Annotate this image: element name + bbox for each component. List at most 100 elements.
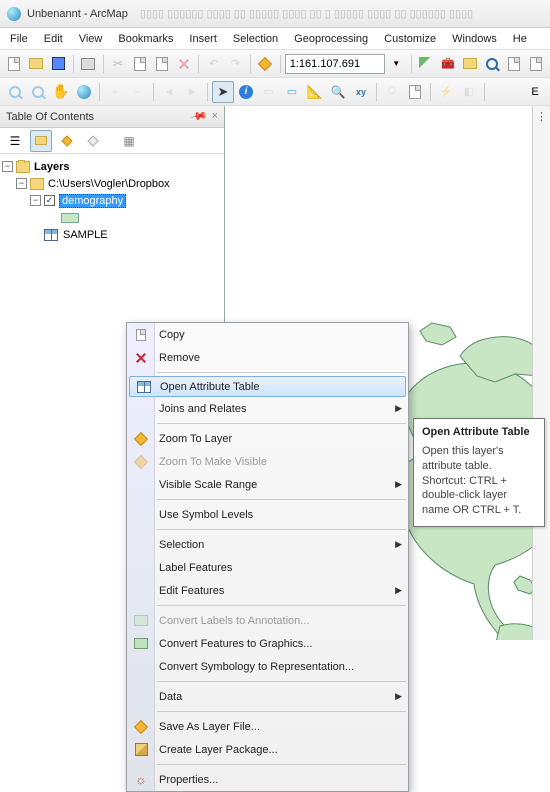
- select-elements-button[interactable]: ➤: [212, 81, 234, 103]
- ctx-create-layer-package[interactable]: Create Layer Package...: [127, 738, 408, 761]
- side-tab-column[interactable]: ⋮: [532, 106, 550, 640]
- catalog-button[interactable]: [459, 53, 480, 75]
- layer-checkbox[interactable]: ✓: [44, 195, 55, 206]
- tree-path[interactable]: − C:\Users\Vogler\Dropbox: [2, 175, 222, 192]
- ctx-copy[interactable]: Copy: [127, 323, 408, 346]
- hyperlink-button[interactable]: ⚡: [435, 81, 457, 103]
- tree-demography[interactable]: − ✓ demography: [2, 192, 222, 209]
- menu-view[interactable]: View: [71, 30, 111, 48]
- redo-button[interactable]: ↷: [225, 53, 246, 75]
- print-button[interactable]: [78, 53, 99, 75]
- menu-insert[interactable]: Insert: [181, 30, 225, 48]
- convert-labels-icon: [132, 612, 150, 630]
- toc-list-by-selection[interactable]: [82, 130, 104, 152]
- ctx-save-as-layer-file[interactable]: Save As Layer File...: [127, 715, 408, 738]
- copy-icon: [132, 326, 150, 344]
- zoom-in-button[interactable]: [4, 81, 26, 103]
- titlebar-faded: ▯▯▯▯ ▯▯▯▯▯▯ ▯▯▯▯ ▯▯ ▯▯▯▯▯ ▯▯▯▯ ▯▯ ▯ ▯▯▯▯…: [140, 7, 473, 20]
- ctx-data[interactable]: Data ▶: [127, 685, 408, 708]
- ctx-open-attribute-table[interactable]: Open Attribute Table: [129, 376, 406, 397]
- layer-demography-label: demography: [59, 194, 126, 208]
- toc-list-by-visibility[interactable]: [56, 130, 78, 152]
- tooltip-body: Open this layer's attribute table. Short…: [422, 444, 536, 518]
- goto-xy-button[interactable]: xy: [350, 81, 372, 103]
- add-data-button[interactable]: [255, 53, 276, 75]
- folder-icon: [30, 178, 44, 190]
- full-extent-button[interactable]: [73, 81, 95, 103]
- app-icon: [6, 6, 22, 22]
- copy-button[interactable]: [129, 53, 150, 75]
- convert-features-icon: [132, 635, 150, 653]
- collapse-icon[interactable]: −: [2, 161, 13, 172]
- menu-file[interactable]: File: [2, 30, 36, 48]
- model-button[interactable]: [525, 53, 546, 75]
- menu-customize[interactable]: Customize: [376, 30, 444, 48]
- ctx-convert-features[interactable]: Convert Features to Graphics...: [127, 632, 408, 655]
- table-icon: [135, 378, 153, 396]
- zoom-visible-icon: [132, 453, 150, 471]
- select-feat-button[interactable]: ▭: [258, 81, 280, 103]
- html-popup-button[interactable]: ◧: [458, 81, 480, 103]
- scale-dropdown[interactable]: ▼: [386, 53, 407, 75]
- tooltip-title: Open Attribute Table: [422, 425, 536, 440]
- ctx-selection[interactable]: Selection ▶: [127, 533, 408, 556]
- toc-title: Table Of Contents: [6, 111, 94, 123]
- zoom-out-button[interactable]: [27, 81, 49, 103]
- toolbox-button[interactable]: 🧰: [438, 53, 459, 75]
- fwd-extent[interactable]: ►: [181, 81, 203, 103]
- open-button[interactable]: [26, 53, 47, 75]
- clear-sel-button[interactable]: ▭: [281, 81, 303, 103]
- fixed-zoom-in[interactable]: +: [104, 81, 126, 103]
- menu-windows[interactable]: Windows: [444, 30, 505, 48]
- toc-options[interactable]: ▦: [118, 130, 140, 152]
- paste-button[interactable]: [151, 53, 172, 75]
- find-button[interactable]: 🔍: [327, 81, 349, 103]
- ctx-joins-relates[interactable]: Joins and Relates ▶: [127, 397, 408, 420]
- menubar: File Edit View Bookmarks Insert Selectio…: [0, 28, 550, 50]
- tree-sample[interactable]: SAMPLE: [2, 226, 222, 243]
- new-doc-button[interactable]: [4, 53, 25, 75]
- collapse-icon[interactable]: −: [30, 195, 41, 206]
- close-icon[interactable]: ×: [212, 110, 218, 123]
- cut-button[interactable]: ✂: [108, 53, 129, 75]
- fixed-zoom-out[interactable]: −: [127, 81, 149, 103]
- time-slider-button[interactable]: ⏱: [381, 81, 403, 103]
- delete-button[interactable]: [173, 53, 194, 75]
- create-viewer-button[interactable]: [404, 81, 426, 103]
- menu-selection[interactable]: Selection: [225, 30, 286, 48]
- side-tab[interactable]: E: [524, 81, 546, 103]
- ctx-use-symbol-levels[interactable]: Use Symbol Levels: [127, 503, 408, 526]
- remove-icon: [132, 349, 150, 367]
- menu-geoprocessing[interactable]: Geoprocessing: [286, 30, 376, 48]
- ctx-edit-features[interactable]: Edit Features ▶: [127, 579, 408, 602]
- tree-layers[interactable]: − Layers: [2, 158, 222, 175]
- menu-edit[interactable]: Edit: [36, 30, 71, 48]
- identify-button[interactable]: i: [235, 81, 257, 103]
- ctx-remove[interactable]: Remove: [127, 346, 408, 369]
- editor-toolbar-button[interactable]: [416, 53, 437, 75]
- measure-button[interactable]: 📐: [304, 81, 326, 103]
- toc-list-by-drawing[interactable]: ☰: [4, 130, 26, 152]
- chevron-right-icon: ▶: [395, 479, 402, 490]
- pan-button[interactable]: ✋: [50, 81, 72, 103]
- pin-icon[interactable]: 📌: [189, 107, 208, 126]
- toc-list-by-source[interactable]: [30, 130, 52, 152]
- scale-input[interactable]: [285, 54, 385, 74]
- ctx-convert-symbology[interactable]: Convert Symbology to Representation...: [127, 655, 408, 678]
- ctx-zoom-to-layer[interactable]: Zoom To Layer: [127, 427, 408, 450]
- collapse-icon[interactable]: −: [16, 178, 27, 189]
- chevron-right-icon: ▶: [395, 539, 402, 550]
- undo-button[interactable]: ↶: [203, 53, 224, 75]
- tree-symbol[interactable]: [2, 209, 222, 226]
- menu-bookmarks[interactable]: Bookmarks: [110, 30, 181, 48]
- ctx-label-features[interactable]: Label Features: [127, 556, 408, 579]
- tooltip: Open Attribute Table Open this layer's a…: [413, 418, 545, 527]
- python-button[interactable]: [503, 53, 524, 75]
- save-button[interactable]: [48, 53, 69, 75]
- save-layer-icon: [132, 718, 150, 736]
- ctx-properties[interactable]: ☼ Properties...: [127, 768, 408, 791]
- ctx-visible-scale-range[interactable]: Visible Scale Range ▶: [127, 473, 408, 496]
- back-extent[interactable]: ◄: [158, 81, 180, 103]
- search-button[interactable]: [481, 53, 502, 75]
- menu-help[interactable]: He: [505, 30, 535, 48]
